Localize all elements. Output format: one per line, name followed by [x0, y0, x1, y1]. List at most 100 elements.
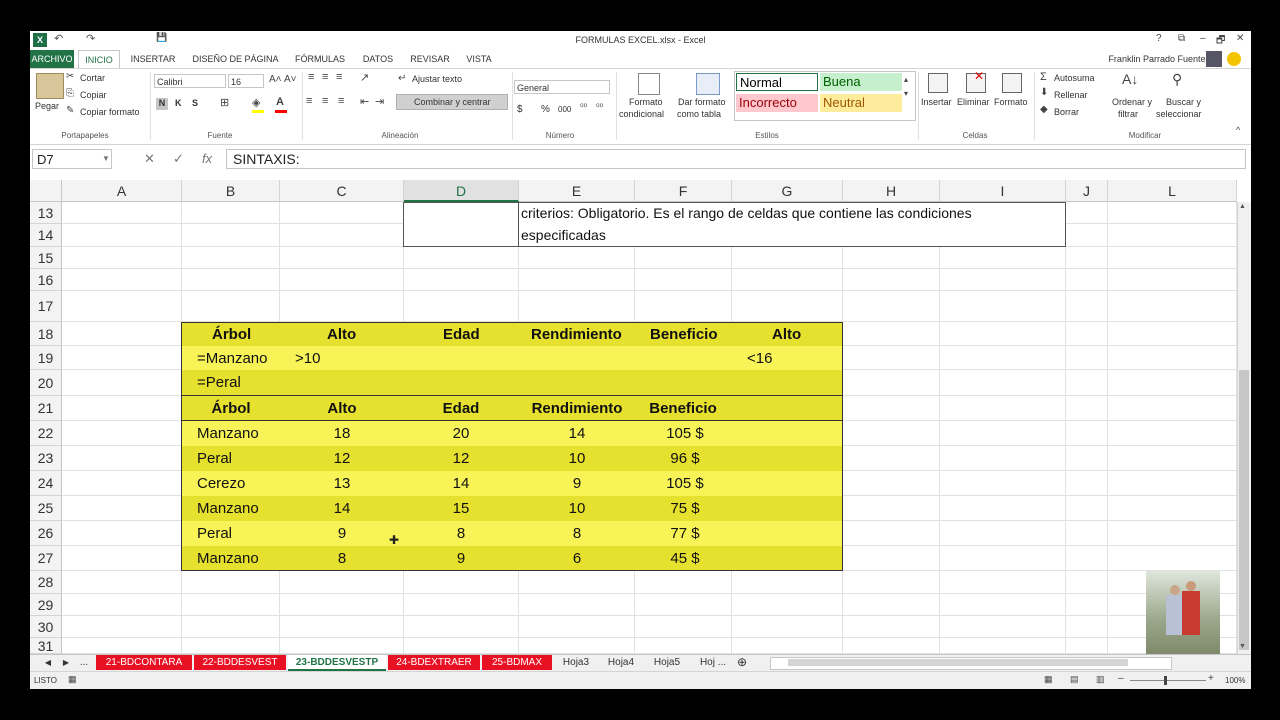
table-cell[interactable]: Manzano: [197, 500, 259, 517]
table-cell[interactable]: 20: [421, 425, 501, 442]
sheet-tab[interactable]: 24-BDEXTRAER: [388, 655, 480, 670]
table-cell[interactable]: 6: [537, 550, 617, 567]
table-cell[interactable]: 14: [421, 475, 501, 492]
tab-datos[interactable]: DATOS: [358, 50, 398, 68]
row-header-13[interactable]: 13: [30, 202, 62, 224]
page-layout-view-icon[interactable]: ▤: [1070, 674, 1079, 685]
insert-cells-icon[interactable]: [928, 73, 948, 93]
table-cell[interactable]: 9: [537, 475, 617, 492]
conditional-format-icon[interactable]: [638, 73, 660, 95]
row-header-27[interactable]: 27: [30, 546, 62, 571]
fill-icon[interactable]: ⬇: [1040, 87, 1048, 98]
sheet-tab[interactable]: Hoj ...: [692, 655, 734, 670]
row-header-29[interactable]: 29: [30, 594, 62, 616]
zoom-in-icon[interactable]: +: [1208, 673, 1214, 684]
column-header-l[interactable]: L: [1108, 180, 1237, 202]
column-header-f[interactable]: F: [635, 180, 732, 202]
criteria-header[interactable]: Alto: [772, 326, 801, 343]
table-cell[interactable]: 9: [421, 550, 501, 567]
row-header-15[interactable]: 15: [30, 247, 62, 269]
row-header-30[interactable]: 30: [30, 616, 62, 638]
align-right-icon[interactable]: ≡: [338, 95, 344, 107]
criteria-cell[interactable]: =Peral: [197, 374, 241, 391]
wrap-text-button[interactable]: Ajustar texto: [412, 74, 462, 84]
scroll-up-icon[interactable]: ▲: [1239, 203, 1246, 210]
bold-button[interactable]: N: [156, 98, 168, 110]
scroll-down-icon[interactable]: ▼: [1239, 643, 1246, 650]
align-top-icon[interactable]: ≡: [308, 71, 314, 83]
name-box-dropdown-icon[interactable]: ▼: [102, 154, 110, 163]
zoom-out-icon[interactable]: –: [1118, 673, 1124, 684]
maximize-button[interactable]: 🗗: [1216, 33, 1225, 50]
sort-filter-icon[interactable]: A↓: [1122, 71, 1138, 87]
align-left-icon[interactable]: ≡: [306, 95, 312, 107]
zoom-slider-thumb[interactable]: [1164, 676, 1167, 685]
align-middle-icon[interactable]: ≡: [322, 71, 328, 83]
sheet-tab[interactable]: Hoja3: [556, 655, 596, 670]
column-header-i[interactable]: I: [940, 180, 1066, 202]
font-color-icon[interactable]: A: [276, 96, 284, 108]
criteria-header[interactable]: Edad: [443, 326, 480, 343]
table-cell[interactable]: 45 $: [645, 550, 725, 567]
wrap-text-icon[interactable]: ↵: [398, 73, 406, 84]
column-header-d[interactable]: D: [404, 180, 519, 202]
column-header-b[interactable]: B: [182, 180, 280, 202]
criteria-header[interactable]: Beneficio: [650, 326, 718, 343]
table-cell[interactable]: Cerezo: [197, 475, 245, 492]
criteria-header[interactable]: Alto: [327, 326, 356, 343]
gallery-scroll-icon[interactable]: ▴: [904, 75, 908, 84]
table-cell[interactable]: 10: [537, 500, 617, 517]
format-painter-button[interactable]: Copiar formato: [80, 107, 140, 117]
minimize-button[interactable]: –: [1200, 33, 1206, 44]
column-header-e[interactable]: E: [519, 180, 635, 202]
row-header-25[interactable]: 25: [30, 496, 62, 521]
table-cell[interactable]: 8: [421, 525, 501, 542]
align-bottom-icon[interactable]: ≡: [336, 71, 342, 83]
sheet-tab[interactable]: Hoja4: [600, 655, 642, 670]
decrease-decimal-icon[interactable]: ⁰⁰: [596, 102, 603, 113]
table-header-cell[interactable]: Edad: [411, 400, 511, 417]
tab-inicio[interactable]: INICIO: [78, 50, 120, 70]
column-header-h[interactable]: H: [843, 180, 940, 202]
tab-vista[interactable]: VISTA: [462, 50, 496, 68]
vertical-scroll-thumb[interactable]: [1239, 370, 1249, 650]
column-header-g[interactable]: G: [732, 180, 843, 202]
tab-archivo[interactable]: ARCHIVO: [30, 50, 74, 68]
select-all-corner[interactable]: [30, 180, 62, 202]
note-line-1[interactable]: criterios: Obligatorio. Es el rango de c…: [521, 205, 972, 221]
tab-formulas[interactable]: FÓRMULAS: [292, 50, 348, 68]
column-header-c[interactable]: C: [280, 180, 404, 202]
tab-revisar[interactable]: REVISAR: [406, 50, 454, 68]
font-size-select[interactable]: 16: [228, 74, 264, 88]
table-cell[interactable]: 75 $: [645, 500, 725, 517]
zoom-slider[interactable]: [1130, 680, 1206, 681]
name-box[interactable]: D7: [32, 149, 112, 169]
find-binoculars-icon[interactable]: ⚲: [1172, 71, 1182, 88]
table-cell[interactable]: 105 $: [645, 425, 725, 442]
style-neutral[interactable]: Neutral: [820, 94, 902, 112]
sheet-tab[interactable]: 25-BDMAX: [482, 655, 552, 670]
row-header-16[interactable]: 16: [30, 269, 62, 291]
insert-function-icon[interactable]: fx: [202, 151, 212, 166]
table-cell[interactable]: 15: [421, 500, 501, 517]
style-normal[interactable]: Normal: [736, 73, 818, 91]
column-header-a[interactable]: A: [62, 180, 182, 202]
row-header-24[interactable]: 24: [30, 471, 62, 496]
thousands-format-button[interactable]: 000: [558, 105, 571, 114]
table-cell[interactable]: 77 $: [645, 525, 725, 542]
prev-sheet-icon[interactable]: ◀: [42, 655, 54, 670]
horizontal-scroll-thumb[interactable]: [788, 659, 1128, 666]
column-header-j[interactable]: J: [1066, 180, 1108, 202]
close-button[interactable]: ✕: [1236, 33, 1244, 44]
next-sheet-icon[interactable]: ▶: [60, 655, 72, 670]
cut-button[interactable]: Cortar: [80, 73, 105, 83]
borders-icon[interactable]: ⊞: [220, 96, 229, 109]
font-name-select[interactable]: Calibri: [154, 74, 226, 88]
number-format-select[interactable]: General: [514, 80, 610, 94]
criteria-header[interactable]: Árbol: [212, 326, 251, 343]
table-header-cell[interactable]: Alto: [292, 400, 392, 417]
criteria-cell[interactable]: <16: [747, 350, 772, 367]
confirm-entry-icon[interactable]: ✓: [173, 151, 184, 167]
sheet-tab-active[interactable]: 23-BDDESVESTP: [288, 655, 386, 671]
row-header-31[interactable]: 31: [30, 638, 62, 654]
